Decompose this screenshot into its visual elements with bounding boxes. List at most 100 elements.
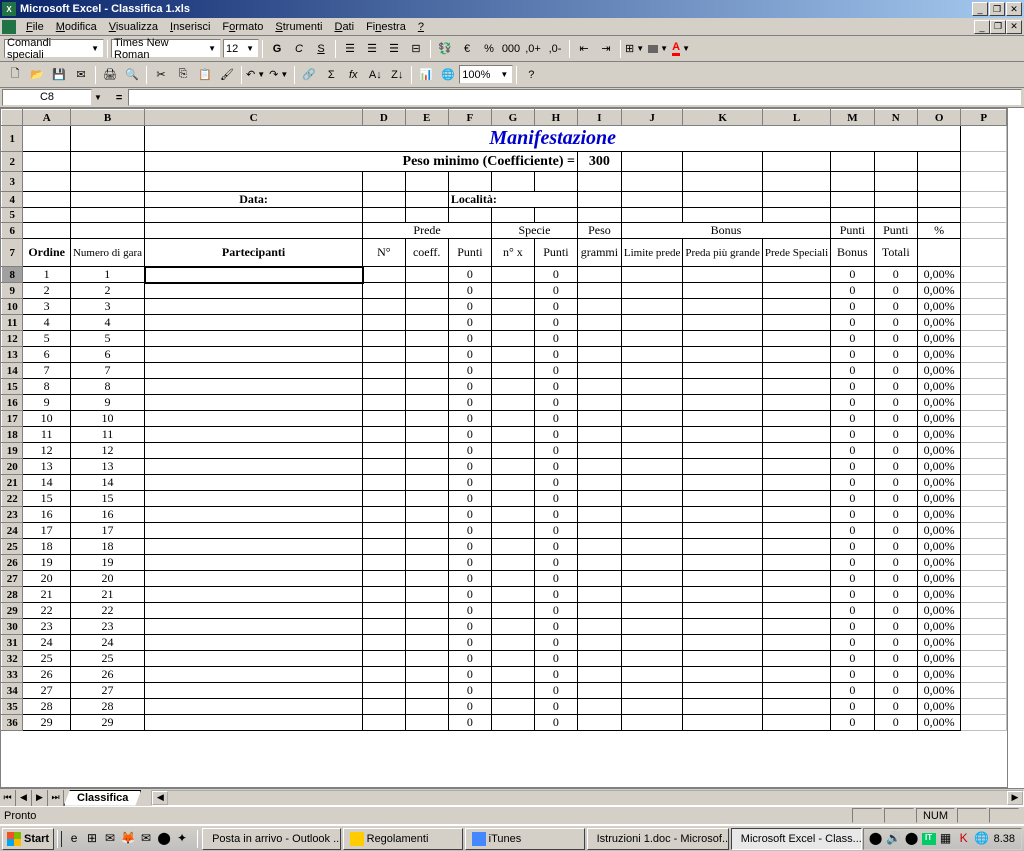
cell-pbonus[interactable]: 0: [831, 507, 874, 523]
hdr-prede[interactable]: Prede: [363, 223, 492, 239]
row-header-4[interactable]: 4: [2, 192, 23, 208]
cell[interactable]: [762, 411, 830, 427]
cell[interactable]: [621, 315, 683, 331]
cell[interactable]: [762, 619, 830, 635]
cell[interactable]: [363, 299, 405, 315]
ql-desktop-icon[interactable]: ⊞: [84, 831, 100, 847]
cell[interactable]: [762, 523, 830, 539]
underline-button[interactable]: S: [310, 38, 332, 60]
cell-numero[interactable]: 4: [70, 315, 144, 331]
peso-value[interactable]: 300: [577, 152, 621, 172]
cell[interactable]: [621, 152, 683, 172]
menu-finestra[interactable]: Finestra: [360, 20, 412, 34]
format-painter-button[interactable]: 🖌: [216, 64, 238, 86]
special-commands-combo[interactable]: Comandi speciali▼: [4, 39, 104, 58]
row-header-36[interactable]: 36: [2, 715, 23, 731]
cell[interactable]: [577, 267, 621, 283]
cell[interactable]: [683, 667, 763, 683]
cell[interactable]: [961, 152, 1007, 172]
cell-perc[interactable]: 0,00%: [917, 587, 961, 603]
cell[interactable]: [577, 459, 621, 475]
cell[interactable]: [961, 475, 1007, 491]
cell-ordine[interactable]: 4: [23, 315, 71, 331]
cell-punti2[interactable]: 0: [534, 667, 577, 683]
save-button[interactable]: 💾: [48, 64, 70, 86]
cell[interactable]: [621, 347, 683, 363]
peso-label[interactable]: Peso minimo (Coefficiente) =: [145, 152, 578, 172]
row-header-34[interactable]: 34: [2, 683, 23, 699]
cell[interactable]: [683, 619, 763, 635]
cell-ptotali[interactable]: 0: [874, 331, 917, 347]
cell[interactable]: [363, 715, 405, 731]
col-header-E[interactable]: E: [405, 110, 448, 126]
cell-pbonus[interactable]: 0: [831, 587, 874, 603]
cell[interactable]: [762, 347, 830, 363]
cell[interactable]: [961, 411, 1007, 427]
cell[interactable]: [831, 192, 874, 208]
cell-ordine[interactable]: 27: [23, 683, 71, 699]
autosum-button[interactable]: Σ: [320, 64, 342, 86]
cell[interactable]: [492, 459, 535, 475]
cell-pbonus[interactable]: 0: [831, 635, 874, 651]
cell-ptotali[interactable]: 0: [874, 315, 917, 331]
cell[interactable]: [762, 379, 830, 395]
cell-punti[interactable]: 0: [448, 683, 491, 699]
cell-punti2[interactable]: 0: [534, 539, 577, 555]
cell[interactable]: [621, 459, 683, 475]
cell-partecipanti[interactable]: [145, 523, 363, 539]
cell-perc[interactable]: 0,00%: [917, 459, 961, 475]
col-header-J[interactable]: J: [621, 110, 683, 126]
cell[interactable]: [961, 239, 1007, 267]
cell[interactable]: [492, 347, 535, 363]
cell-ptotali[interactable]: 0: [874, 379, 917, 395]
cell[interactable]: [621, 395, 683, 411]
cell[interactable]: [961, 651, 1007, 667]
cell[interactable]: [683, 152, 763, 172]
cell[interactable]: [577, 571, 621, 587]
title-cell[interactable]: Manifestazione: [145, 126, 961, 152]
cell[interactable]: [621, 603, 683, 619]
cell-punti[interactable]: 0: [448, 619, 491, 635]
cell-pbonus[interactable]: 0: [831, 459, 874, 475]
cell[interactable]: [363, 587, 405, 603]
cell[interactable]: [683, 507, 763, 523]
cell[interactable]: [405, 507, 448, 523]
cell[interactable]: [683, 523, 763, 539]
formula-bar[interactable]: [128, 89, 1022, 106]
cell-ptotali[interactable]: 0: [874, 683, 917, 699]
cell[interactable]: [762, 443, 830, 459]
cell[interactable]: [363, 619, 405, 635]
horizontal-scrollbar[interactable]: ◀ ▶: [151, 790, 1024, 806]
cell-perc[interactable]: 0,00%: [917, 555, 961, 571]
cell[interactable]: [961, 192, 1007, 208]
cell-ptotali[interactable]: 0: [874, 555, 917, 571]
cell-pbonus[interactable]: 0: [831, 683, 874, 699]
cell[interactable]: [621, 555, 683, 571]
cell-partecipanti[interactable]: [145, 507, 363, 523]
row-header-2[interactable]: 2: [2, 152, 23, 172]
row-header-9[interactable]: 9: [2, 283, 23, 299]
cell-numero[interactable]: 2: [70, 283, 144, 299]
cell[interactable]: [405, 603, 448, 619]
cell[interactable]: [577, 395, 621, 411]
cell[interactable]: [961, 555, 1007, 571]
cell[interactable]: [874, 152, 917, 172]
cell[interactable]: [363, 315, 405, 331]
hdr-specie[interactable]: Specie: [492, 223, 578, 239]
cell-numero[interactable]: 21: [70, 587, 144, 603]
cell[interactable]: [363, 411, 405, 427]
cell[interactable]: [762, 152, 830, 172]
cell-punti2[interactable]: 0: [534, 363, 577, 379]
row-header-22[interactable]: 22: [2, 491, 23, 507]
cell[interactable]: [577, 299, 621, 315]
cell-punti[interactable]: 0: [448, 507, 491, 523]
cell[interactable]: [621, 635, 683, 651]
cell-punti2[interactable]: 0: [534, 331, 577, 347]
cell-punti2[interactable]: 0: [534, 603, 577, 619]
cell[interactable]: [492, 683, 535, 699]
ql-app-icon[interactable]: ⬤: [156, 831, 172, 847]
print-preview-button[interactable]: 🔍: [121, 64, 143, 86]
cell-ptotali[interactable]: 0: [874, 491, 917, 507]
doc-close-button[interactable]: ✕: [1006, 20, 1022, 34]
cell-partecipanti[interactable]: [145, 587, 363, 603]
